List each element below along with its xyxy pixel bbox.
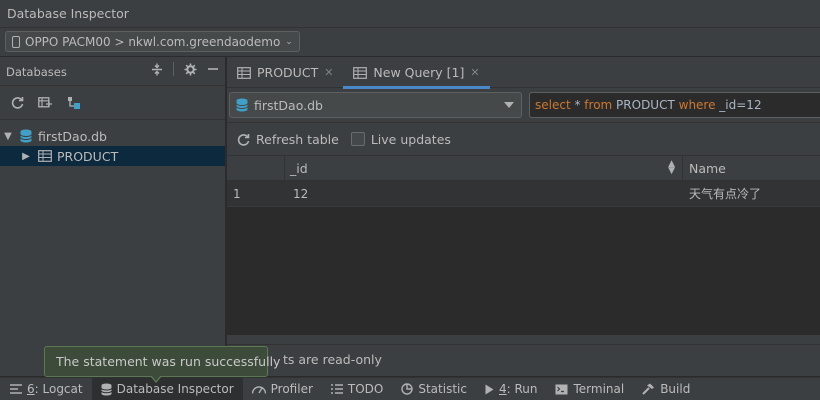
sort-icon[interactable]: ▲ ▼ bbox=[668, 160, 675, 176]
tab-bar: PRODUCT ✕ New Query [1] ✕ bbox=[227, 57, 820, 89]
checkbox-box[interactable] bbox=[350, 132, 365, 146]
toast-pointer-inner bbox=[151, 375, 161, 381]
close-icon[interactable]: ✕ bbox=[470, 66, 479, 79]
tree-item-database[interactable]: ▼ firstDao.db bbox=[0, 126, 225, 146]
tab-new-query[interactable]: New Query [1] ✕ bbox=[343, 57, 490, 89]
database-icon bbox=[236, 98, 248, 112]
row-number-header bbox=[227, 156, 285, 181]
profiler-label: Profiler bbox=[270, 382, 313, 396]
refresh-table-label: Refresh table bbox=[256, 131, 339, 147]
phone-icon bbox=[12, 35, 20, 48]
sql-keyword: where bbox=[678, 98, 716, 112]
databases-panel-header: Databases bbox=[0, 57, 225, 86]
refresh-table-button[interactable]: Refresh table bbox=[237, 132, 339, 147]
database-select-value: firstDao.db bbox=[254, 97, 323, 113]
todo-label: TODO bbox=[347, 382, 384, 396]
tab-label: PRODUCT bbox=[257, 65, 319, 80]
cell-name[interactable]: 天气有点冷了 bbox=[689, 181, 761, 206]
column-header-name[interactable]: Name bbox=[684, 156, 820, 181]
todo-icon bbox=[330, 384, 343, 394]
device-label: OPPO PACM00 > nkwl.com.greendaodemo bbox=[25, 34, 281, 49]
live-updates-label: Live updates bbox=[370, 131, 451, 147]
logcat-icon bbox=[10, 384, 22, 394]
todo-button[interactable]: TODO bbox=[322, 378, 392, 400]
tree-item-label: firstDao.db bbox=[38, 128, 107, 144]
databases-panel-title: Databases bbox=[6, 65, 67, 79]
grid-header: _id ▲ ▼ Name bbox=[227, 155, 820, 181]
sql-text: _id=12 bbox=[715, 98, 762, 112]
success-toast[interactable]: The statement was run successfully bbox=[44, 346, 280, 377]
sql-text: * bbox=[570, 98, 585, 112]
run-icon bbox=[485, 384, 494, 395]
toast-message: The statement was run successfully bbox=[56, 354, 281, 369]
profiler-icon bbox=[251, 384, 266, 394]
live-updates-checkbox[interactable]: Live updates bbox=[350, 131, 451, 147]
tab-label: New Query [1] bbox=[373, 65, 465, 80]
device-bar: OPPO PACM00 > nkwl.com.greendaodemo ⌄ bbox=[0, 28, 820, 57]
sql-text: PRODUCT bbox=[612, 98, 679, 112]
query-bar: firstDao.db select * from PRODUCT where … bbox=[227, 88, 820, 123]
database-inspector-button[interactable]: Database Inspector bbox=[91, 377, 243, 400]
build-button[interactable]: Build bbox=[633, 378, 699, 400]
database-select[interactable]: firstDao.db bbox=[229, 92, 522, 118]
window-title: Database Inspector bbox=[7, 6, 129, 21]
row-number: 1 bbox=[233, 186, 241, 201]
status-line: ts are read-only bbox=[227, 344, 820, 376]
sql-keyword: select bbox=[535, 98, 571, 112]
table-icon bbox=[38, 150, 52, 162]
column-header-label: Name bbox=[689, 161, 726, 176]
database-icon bbox=[20, 129, 32, 143]
logcat-label: : Logcat bbox=[34, 382, 83, 396]
tool-window-bar: 6: Logcat Database Inspector Profiler TO… bbox=[0, 377, 820, 400]
build-label: Build bbox=[660, 382, 691, 396]
logcat-button[interactable]: 6: Logcat bbox=[0, 378, 92, 400]
sql-query-input[interactable]: select * from PRODUCT where _id=12 bbox=[529, 92, 820, 118]
terminal-button[interactable]: Terminal bbox=[546, 378, 633, 400]
run-mnemonic: 4 bbox=[498, 382, 507, 396]
close-icon[interactable]: ✕ bbox=[324, 66, 333, 79]
header-divider bbox=[173, 62, 174, 76]
sql-keyword: from bbox=[584, 98, 613, 112]
table-icon bbox=[353, 66, 368, 79]
table-icon bbox=[237, 66, 251, 79]
minimize-icon[interactable] bbox=[207, 63, 219, 75]
statistic-label: Statistic bbox=[418, 382, 467, 396]
profiler-button[interactable]: Profiler bbox=[243, 378, 322, 400]
chevron-down-icon: ⌄ bbox=[285, 36, 293, 47]
databases-toolbar bbox=[0, 86, 225, 120]
device-selector[interactable]: OPPO PACM00 > nkwl.com.greendaodemo ⌄ bbox=[5, 31, 300, 52]
new-query-icon[interactable] bbox=[38, 96, 53, 110]
title-bar: Database Inspector bbox=[0, 0, 820, 28]
expanded-arrow-icon[interactable]: ▼ bbox=[2, 131, 14, 142]
action-bar: Refresh table Live updates bbox=[227, 123, 820, 155]
main-area: PRODUCT ✕ New Query [1] ✕ firstDao.db se… bbox=[227, 57, 820, 376]
status-text: ts are read-only bbox=[283, 352, 382, 367]
statistic-icon bbox=[401, 383, 414, 395]
terminal-label: Terminal bbox=[573, 382, 625, 396]
dropdown-arrow-icon bbox=[504, 102, 514, 108]
collapse-all-icon[interactable] bbox=[151, 63, 163, 76]
gear-icon[interactable] bbox=[184, 63, 197, 76]
table-row[interactable]: 1 12 天气有点冷了 bbox=[227, 181, 820, 207]
cell-id[interactable]: 12 bbox=[293, 181, 308, 206]
column-header-label: _id bbox=[290, 161, 308, 176]
statistic-button[interactable]: Statistic bbox=[392, 378, 476, 400]
terminal-icon bbox=[555, 384, 568, 395]
databases-panel: Databases ▼ firstDao.db ▶ PRODUCT bbox=[0, 57, 226, 376]
tree-item-table[interactable]: ▶ PRODUCT bbox=[0, 146, 225, 166]
refresh-icon[interactable] bbox=[11, 96, 24, 109]
database-inspector-label: Database Inspector bbox=[116, 382, 234, 396]
collapsed-arrow-icon[interactable]: ▶ bbox=[20, 151, 32, 162]
run-button[interactable]: 4: Run bbox=[476, 378, 547, 400]
logcat-mnemonic: 6 bbox=[27, 382, 35, 396]
database-icon bbox=[100, 383, 112, 396]
column-header-id[interactable]: _id ▲ ▼ bbox=[285, 156, 683, 181]
tree-item-label: PRODUCT bbox=[57, 148, 119, 164]
hammer-icon bbox=[642, 383, 655, 395]
results-grid: _id ▲ ▼ Name 1 12 天气有点冷了 bbox=[227, 155, 820, 335]
tab-product[interactable]: PRODUCT ✕ bbox=[227, 57, 343, 88]
refresh-icon bbox=[237, 133, 250, 146]
run-label: : Run bbox=[506, 382, 538, 396]
export-schema-icon[interactable] bbox=[67, 96, 81, 110]
